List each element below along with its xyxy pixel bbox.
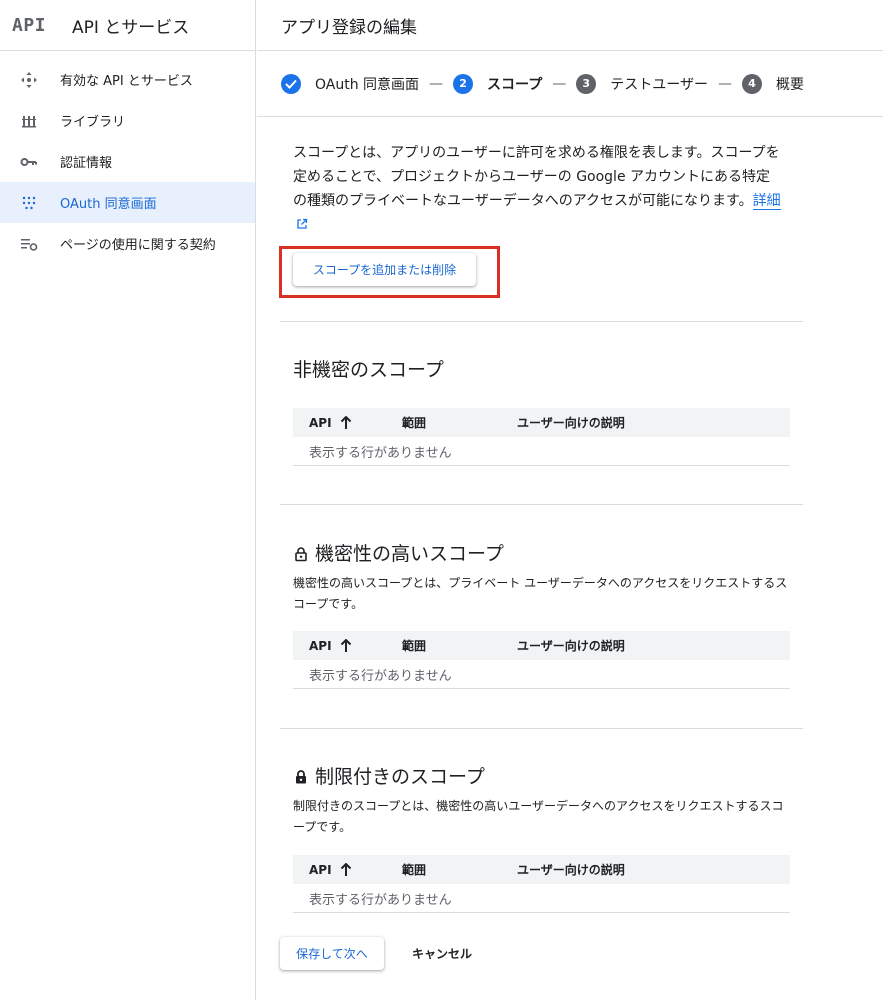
sidebar-title: API とサービス: [72, 17, 190, 38]
add-or-remove-scopes-button[interactable]: スコープを追加または削除: [293, 253, 476, 286]
step-label: テストユーザー: [610, 76, 708, 93]
page-title: アプリ登録の編集: [257, 0, 883, 51]
step-separator: —: [717, 75, 732, 92]
save-and-continue-button[interactable]: 保存して次へ: [280, 937, 384, 970]
key-icon: [18, 151, 40, 173]
step-number: 4: [741, 73, 762, 94]
table-header: API 範囲 ユーザー向けの説明: [293, 631, 790, 660]
table-header: API 範囲 ユーザー向けの説明: [293, 408, 790, 437]
learn-more-link[interactable]: 詳細: [752, 193, 781, 210]
enabled-apis-icon: [18, 69, 40, 91]
table-empty-row: 表示する行がありません: [293, 660, 790, 689]
step-number: 2: [453, 73, 474, 94]
step-test-users[interactable]: 3 テストユーザー: [576, 73, 708, 94]
sensitive-scopes-title: 機密性の高いスコープ: [293, 539, 504, 566]
column-api[interactable]: API: [293, 862, 402, 877]
column-scope: 範囲: [402, 639, 427, 653]
column-scope: 範囲: [402, 416, 427, 430]
divider: [280, 728, 803, 729]
sidebar-item-oauth-consent[interactable]: OAuth 同意画面: [0, 182, 255, 223]
step-separator: —: [552, 75, 567, 92]
step-label: 概要: [775, 76, 804, 93]
lock-open-icon: [293, 545, 309, 561]
sidebar-item-label: OAuth 同意画面: [60, 197, 157, 212]
step-scopes[interactable]: 2 スコープ: [453, 73, 543, 94]
step-label: OAuth 同意画面: [315, 76, 420, 93]
restricted-scopes-table: API 範囲 ユーザー向けの説明 表示する行がありません: [293, 855, 790, 913]
sort-arrow-up-icon: [340, 638, 352, 653]
column-scope: 範囲: [402, 863, 427, 877]
column-api-label: API: [309, 415, 332, 430]
sidebar-item-page-usage-agreement[interactable]: ページの使用に関する契約: [0, 223, 255, 264]
step-number: 3: [576, 73, 597, 94]
column-api[interactable]: API: [293, 638, 402, 653]
library-icon: [18, 110, 40, 132]
sidebar-item-label: 有効な API とサービス: [60, 74, 193, 89]
step-oauth-consent[interactable]: OAuth 同意画面: [281, 73, 420, 94]
main-content: アプリ登録の編集 OAuth 同意画面 — 2 スコープ — 3 テストユーザー…: [257, 0, 883, 1000]
sidebar-item-library[interactable]: ライブラリ: [0, 100, 255, 141]
sort-arrow-up-icon: [340, 862, 352, 877]
column-api-label: API: [309, 638, 332, 653]
column-user-facing-description: ユーザー向けの説明: [517, 639, 625, 653]
step-summary[interactable]: 4 概要: [741, 73, 804, 94]
stepper: OAuth 同意画面 — 2 スコープ — 3 テストユーザー — 4 概要: [257, 51, 883, 117]
sidebar-item-enabled-apis[interactable]: 有効な API とサービス: [0, 59, 255, 100]
column-user-facing-description: ユーザー向けの説明: [517, 416, 625, 430]
table-empty-row: 表示する行がありません: [293, 884, 790, 913]
sidebar-item-label: ライブラリ: [60, 115, 126, 130]
step-label: スコープ: [487, 76, 543, 93]
sensitive-scopes-description: 機密性の高いスコープとは、プライベート ユーザーデータへのアクセスをリクエストす…: [293, 576, 788, 611]
sidebar-item-label: 認証情報: [60, 156, 113, 171]
check-icon: [281, 73, 301, 94]
table-empty-row: 表示する行がありません: [293, 437, 790, 466]
non-sensitive-scopes-table: API 範囲 ユーザー向けの説明 表示する行がありません: [293, 408, 790, 466]
column-user-facing-description: ユーザー向けの説明: [517, 863, 625, 877]
step-separator: —: [429, 75, 444, 92]
lock-icon: [293, 768, 309, 784]
sidebar-item-credentials[interactable]: 認証情報: [0, 141, 255, 182]
scope-description: スコープとは、アプリのユーザーに許可を求める権限を表します。スコープを定めること…: [293, 141, 783, 237]
sidebar-header: API API とサービス: [0, 0, 255, 51]
column-api[interactable]: API: [293, 415, 402, 430]
non-sensitive-scopes-title: 非機密のスコープ: [293, 359, 444, 381]
page-usage-agreement-icon: [18, 233, 40, 255]
external-link-icon: [296, 214, 308, 229]
table-header: API 範囲 ユーザー向けの説明: [293, 855, 790, 884]
restricted-scopes-description: 制限付きのスコープとは、機密性の高いユーザーデータへのアクセスをリクエストするス…: [293, 799, 784, 834]
column-api-label: API: [309, 862, 332, 877]
sort-arrow-up-icon: [340, 415, 352, 430]
restricted-scopes-title-text: 制限付きのスコープ: [315, 766, 485, 788]
sidebar-item-label: ページの使用に関する契約: [60, 238, 216, 253]
divider: [280, 321, 803, 322]
scope-description-area: スコープとは、アプリのユーザーに許可を求める権限を表します。スコープを定めること…: [257, 117, 883, 237]
sidebar-nav: 有効な API とサービス ライブラリ 認証情報 OAuth 同意画面 ページの…: [0, 51, 255, 264]
sensitive-scopes-title-text: 機密性の高いスコープ: [315, 543, 504, 565]
cancel-button[interactable]: キャンセル: [400, 937, 484, 970]
divider: [280, 504, 803, 505]
oauth-consent-icon: [18, 192, 40, 214]
restricted-scopes-title: 制限付きのスコープ: [293, 762, 485, 789]
sidebar: API API とサービス 有効な API とサービス ライブラリ 認証情報 O…: [0, 0, 256, 1000]
sensitive-scopes-table: API 範囲 ユーザー向けの説明 表示する行がありません: [293, 631, 790, 689]
scope-description-text: スコープとは、アプリのユーザーに許可を求める権限を表します。スコープを定めること…: [293, 145, 780, 209]
api-logo: API: [12, 14, 47, 36]
